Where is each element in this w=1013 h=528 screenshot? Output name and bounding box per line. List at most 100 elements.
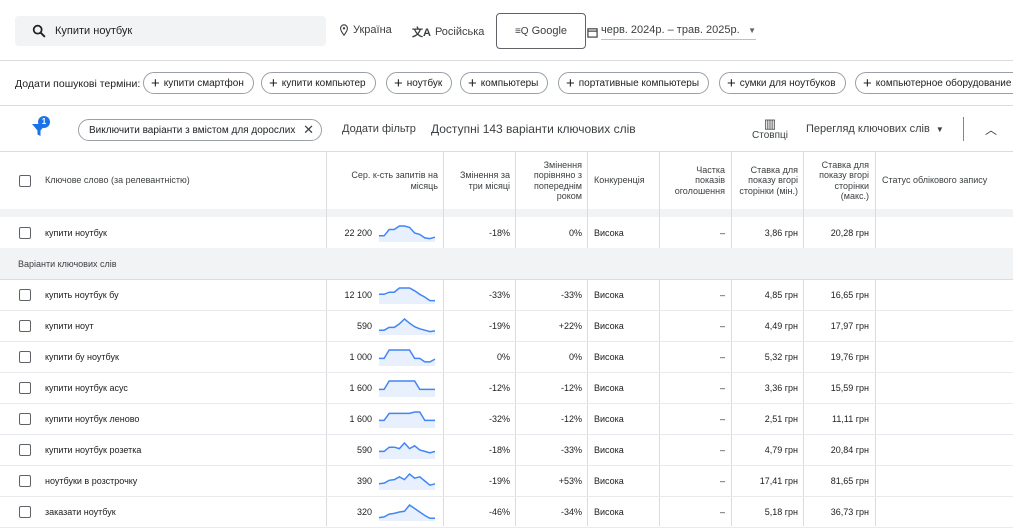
plus-icon: +: [269, 74, 278, 92]
table-row[interactable]: купити бу ноутбук 1 000 0% 0% Висока – 5,32 гр…: [0, 341, 1013, 373]
bid-min-cell: 4,85 грн: [764, 290, 798, 300]
select-all-checkbox[interactable]: [19, 175, 31, 187]
share-cell: –: [719, 476, 725, 486]
header-change-yoy[interactable]: Змінення порівняно з попереднім роком: [522, 152, 582, 209]
table-row[interactable]: купити ноутбук розетка 590 -18% -33% Висока –…: [0, 434, 1013, 466]
row-checkbox[interactable]: [19, 444, 31, 456]
header-volume[interactable]: Сер. к-сть запитів на місяць: [338, 152, 438, 209]
change-yoy-cell: 0%: [568, 228, 582, 238]
trend-sparkline: [379, 287, 435, 304]
location-label: Україна: [353, 24, 392, 36]
bid-max-cell: 81,65 грн: [830, 476, 869, 486]
table-row[interactable]: купити ноутбук леново 1 600 -32% -12% Висока…: [0, 403, 1013, 435]
row-checkbox[interactable]: [19, 382, 31, 394]
trend-sparkline: [379, 349, 436, 366]
location-selector[interactable]: Україна: [339, 24, 392, 36]
term-chip[interactable]: + купити смартфон: [143, 72, 254, 94]
row-checkbox[interactable]: [19, 351, 31, 363]
change-yoy-cell: -33%: [560, 445, 582, 455]
network-icon: ≡Q: [514, 25, 529, 37]
language-selector[interactable]: 文A Російська: [412, 24, 484, 40]
table-header: Ключове слово (за релевантністю) Сер. к-…: [0, 151, 1013, 210]
change-3m-cell: -46%: [488, 507, 510, 517]
trend-sparkline: [379, 411, 435, 428]
header-keyword[interactable]: Ключове слово (за релевантністю): [45, 152, 315, 209]
change-3m-cell: -18%: [488, 445, 510, 455]
calendar-icon: [587, 27, 598, 38]
network-selector[interactable]: ≡Q Google: [496, 13, 586, 49]
header-competition[interactable]: Конкуренція: [594, 152, 656, 209]
header-bid-min[interactable]: Ставка для показу вгорі сторінки (мін.): [736, 152, 798, 209]
language-label: Російська: [434, 26, 485, 38]
header-shadow: [0, 209, 1013, 217]
bid-max-cell: 17,97 грн: [830, 321, 869, 331]
trend-sparkline: [379, 317, 436, 335]
table-row[interactable]: заказати ноутбук 320 -46% -34% Висока – 5,18 г…: [0, 496, 1013, 528]
view-selector[interactable]: Перегляд ключових слів ▼: [806, 123, 944, 135]
term-chip[interactable]: + компьютерное оборудование: [855, 72, 1013, 94]
term-chip[interactable]: + сумки для ноутбуков: [719, 72, 846, 94]
trend-sparkline: [378, 503, 435, 521]
keyword-cell: купити ноутбук розетка: [45, 445, 142, 455]
volume-cell: 1 600: [349, 383, 372, 393]
competition-cell: Висока: [594, 476, 624, 486]
term-chip[interactable]: + портативные компьютеры: [558, 72, 710, 94]
table-row[interactable]: купити ноут 590 -19% +22% Висока – 4,49 грн 17,…: [0, 310, 1013, 342]
row-checkbox[interactable]: [19, 227, 31, 239]
dropdown-arrow-icon: ▼: [935, 124, 944, 134]
date-range-selector[interactable]: черв. 2024р. – трав. 2025р. ▼: [587, 24, 756, 40]
table-row[interactable]: купити ноутбук асус 1 600 -12% -12% Висока – 3…: [0, 372, 1013, 404]
plus-icon: +: [151, 74, 160, 92]
table-row[interactable]: купити ноутбук 22 200 -18% 0% Висока – 3…: [0, 217, 1013, 249]
row-checkbox[interactable]: [19, 320, 31, 332]
bid-max-cell: 20,84 грн: [830, 445, 869, 455]
term-chip[interactable]: + купити компьютер: [261, 72, 376, 94]
divider: [0, 105, 1013, 106]
row-checkbox[interactable]: [19, 506, 31, 518]
keyword-cell: купити ноутбук: [45, 228, 107, 238]
divider: [963, 117, 964, 141]
row-checkbox[interactable]: [19, 413, 31, 425]
add-filter-button[interactable]: Додати фільтр: [342, 123, 416, 135]
search-box[interactable]: Купити ноутбук: [15, 16, 326, 46]
change-3m-cell: -19%: [488, 321, 510, 331]
header-change-3m[interactable]: Змінення за три місяці: [450, 152, 510, 209]
close-icon[interactable]: ✕: [303, 122, 314, 138]
change-3m-cell: -19%: [488, 476, 510, 486]
plus-icon: +: [566, 74, 575, 92]
table-row[interactable]: ноутбуки в розстрочку 390 -19% +53% Висока – 1…: [0, 465, 1013, 497]
columns-button[interactable]: ▥ Стовпці: [752, 116, 788, 141]
row-checkbox[interactable]: [19, 475, 31, 487]
table-row[interactable]: купить ноутбук бу 12 100 -33% -33% Висока – 4,…: [0, 279, 1013, 311]
share-cell: –: [719, 507, 725, 517]
volume-cell: 590: [356, 445, 372, 455]
volume-cell: 1 600: [349, 414, 372, 424]
columns-label: Стовпці: [752, 130, 788, 141]
change-3m-cell: -33%: [488, 290, 510, 300]
change-yoy-cell: 0%: [568, 352, 582, 362]
volume-cell: 22 200: [344, 228, 372, 238]
group-header: Варіанти ключових слів: [0, 248, 1013, 280]
bid-min-cell: 3,86 грн: [764, 228, 798, 238]
row-checkbox[interactable]: [19, 289, 31, 301]
competition-cell: Висока: [594, 383, 624, 393]
chevron-up-icon[interactable]: ︿: [985, 121, 997, 138]
competition-cell: Висока: [594, 507, 624, 517]
change-3m-cell: -32%: [488, 414, 510, 424]
filter-bar: 1 Виключити варіанти з вмістом для дорос…: [0, 111, 1013, 151]
term-chip[interactable]: + ноутбук: [386, 72, 453, 94]
header-bid-max[interactable]: Ставка для показу вгорі сторінки (макс.): [808, 152, 869, 209]
dropdown-arrow-icon: ▼: [748, 25, 756, 35]
share-cell: –: [719, 290, 725, 300]
bid-min-cell: 2,51 грн: [764, 414, 798, 424]
volume-cell: 1 000: [349, 352, 372, 362]
bid-min-cell: 5,32 грн: [764, 352, 798, 362]
header-share[interactable]: Частка показів оголошення: [664, 152, 725, 209]
adult-filter-chip[interactable]: Виключити варіанти з вмістом для доросли…: [78, 119, 322, 141]
add-terms-label: Додати пошукові терміни:: [15, 78, 141, 90]
competition-cell: Висока: [594, 290, 624, 300]
term-chip[interactable]: + компьютеры: [460, 72, 549, 94]
search-query[interactable]: Купити ноутбук: [55, 25, 132, 37]
header-status[interactable]: Статус облікового запису: [882, 152, 1007, 209]
filter-count-badge: 1: [38, 116, 50, 128]
